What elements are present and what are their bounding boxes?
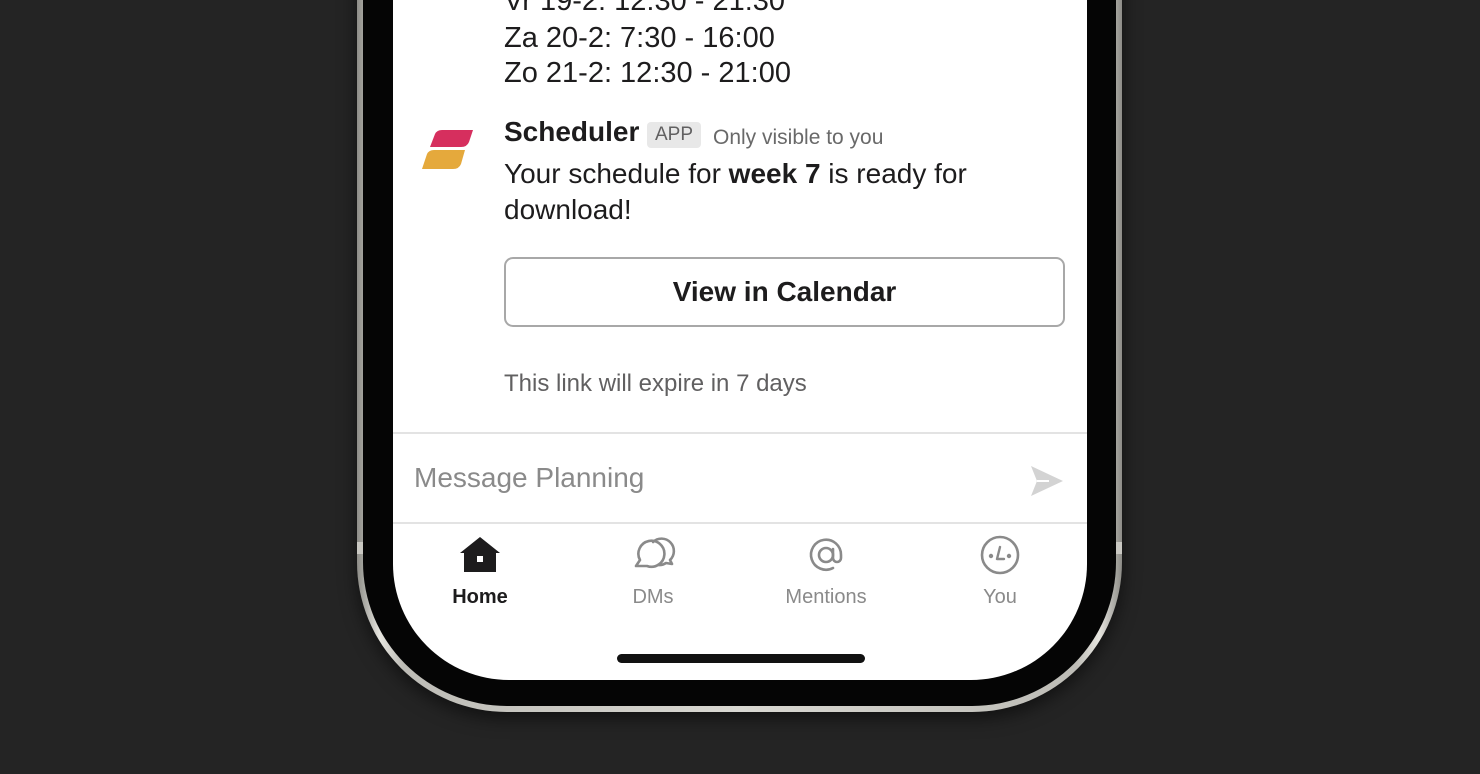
message-sender-name[interactable]: Scheduler xyxy=(504,116,639,148)
tab-you[interactable]: You xyxy=(945,532,1055,609)
schedule-line-sun: Zo 21-2: 12:30 - 21:00 xyxy=(504,57,791,89)
phone-screen: Vr 19-2: 12:30 - 21:30 Za 20-2: 7:30 - 1… xyxy=(393,0,1087,680)
visibility-note: Only visible to you xyxy=(713,126,884,149)
schedule-line-fri: Vr 19-2: 12:30 - 21:30 xyxy=(504,0,786,17)
home-icon xyxy=(460,537,500,572)
schedule-line-sat: Za 20-2: 7:30 - 16:00 xyxy=(504,22,775,54)
view-in-calendar-button[interactable]: View in Calendar xyxy=(504,257,1065,327)
tab-dms-label: DMs xyxy=(632,586,674,608)
scheduler-logo-icon[interactable] xyxy=(421,128,475,176)
message-text-week: week 7 xyxy=(728,158,821,189)
tab-bar-divider xyxy=(393,522,1087,524)
tab-mentions[interactable]: Mentions xyxy=(771,532,881,609)
tab-home[interactable]: Home xyxy=(425,532,535,609)
message-input[interactable]: Message Planning xyxy=(414,462,644,494)
tab-you-label: You xyxy=(983,586,1017,608)
tab-home-label: Home xyxy=(452,586,508,608)
at-sign-icon xyxy=(809,538,843,571)
home-indicator[interactable] xyxy=(617,654,865,663)
dms-icon xyxy=(634,537,676,569)
phone-side-button-right xyxy=(1116,542,1122,554)
avatar-icon xyxy=(980,535,1020,575)
send-icon[interactable] xyxy=(1029,464,1065,498)
app-badge: APP xyxy=(647,122,702,148)
tab-mentions-label: Mentions xyxy=(785,586,867,608)
tab-dms[interactable]: DMs xyxy=(598,532,708,609)
message-text-start: Your schedule for xyxy=(504,158,729,189)
link-expiry-note: This link will expire in 7 days xyxy=(504,370,807,397)
composer-top-divider xyxy=(393,432,1087,434)
message-body: Your schedule for week 7 is ready for do… xyxy=(504,156,1024,228)
